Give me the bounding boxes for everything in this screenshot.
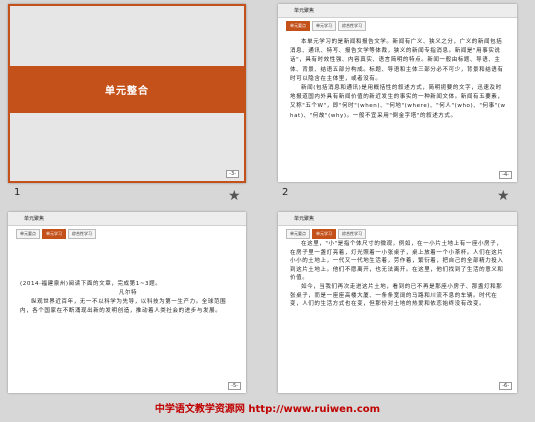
- star-icon[interactable]: ★: [228, 188, 241, 204]
- page-number: -3-: [226, 170, 239, 178]
- question-intro: (2014·福建泉州)阅读下面的文章，完成第1~3题。: [20, 281, 162, 287]
- tab-unit-points[interactable]: 单元要点: [286, 229, 310, 239]
- tab-unit-points[interactable]: 单元要点: [286, 21, 310, 31]
- paragraph: 在这里，"小"是指个体尺寸的微观，例如，在一小片土地上有一座小房子，在房子里一盏…: [290, 241, 504, 282]
- slide-body: 本单元学习的是新闻和报告文学。新闻有广义、狭义之分，广义的新闻包括消息、通讯、特…: [290, 38, 507, 121]
- star-icon[interactable]: ★: [497, 188, 510, 204]
- slide-2-thumbnail[interactable]: 单元聚焦 单元要点 单元学习 综合性学习 本单元学习的是新闻和报告文学。新闻有广…: [278, 4, 517, 182]
- slide-body: (2014·福建泉州)阅读下面的文章，完成第1~3题。 凡尔特 纵观世界近百年，…: [20, 280, 236, 316]
- slide-header: 单元聚焦: [278, 4, 517, 18]
- paragraph: 如今，当我们再次走进这片土地，看到的已不再是那座小房子、那盏灯和那张桌子，而是一…: [290, 283, 503, 308]
- page-number: -5-: [228, 382, 241, 390]
- slide-3-thumbnail[interactable]: 单元聚焦 单元要点 单元学习 综合性学习 (2014·福建泉州)阅读下面的文章，…: [8, 212, 246, 393]
- tab-comprehensive[interactable]: 综合性学习: [68, 229, 96, 239]
- slide-header: 单元聚焦: [8, 212, 246, 226]
- slide-number-1: 1: [14, 187, 21, 198]
- slide-1-title: 单元整合: [10, 66, 244, 113]
- slide-header: 单元聚焦: [278, 212, 517, 226]
- tab-comprehensive[interactable]: 综合性学习: [338, 229, 366, 239]
- slide-1-thumbnail[interactable]: 单元整合 -3-: [8, 4, 246, 183]
- tab-unit-study[interactable]: 单元学习: [312, 229, 336, 239]
- article-title: 凡尔特: [118, 290, 138, 296]
- tab-unit-study[interactable]: 单元学习: [42, 229, 66, 239]
- tab-unit-points[interactable]: 单元要点: [16, 229, 40, 239]
- paragraph: 新闻(包括消息和通讯)是用概括性的叙述方式，简明扼要的文字，迅速及时地报道国内外…: [290, 85, 506, 119]
- tab-comprehensive[interactable]: 综合性学习: [338, 21, 366, 31]
- page-number: -4-: [499, 171, 512, 179]
- slide-tabs: 单元要点 单元学习 综合性学习: [16, 229, 96, 239]
- slide-number-2: 2: [282, 187, 289, 198]
- tab-unit-study[interactable]: 单元学习: [312, 21, 336, 31]
- slide-tabs: 单元要点 单元学习 综合性学习: [286, 229, 366, 239]
- slide-4-thumbnail[interactable]: 单元聚焦 单元要点 单元学习 综合性学习 在这里，"小"是指个体尺寸的微观，例如…: [278, 212, 517, 393]
- footer-watermark: 中学语文教学资源网 http://www.ruiwen.com: [154, 404, 381, 415]
- slide-tabs: 单元要点 单元学习 综合性学习: [286, 21, 366, 31]
- paragraph: 纵观世界近百年，无一不以科学为先导，以科技为第一生产力。全球范围内，各个国家在不…: [20, 299, 227, 314]
- slide-body: 在这里，"小"是指个体尺寸的微观，例如，在一小片土地上有一座小房子，在房子里一盏…: [290, 240, 507, 309]
- page-number: -6-: [499, 382, 512, 390]
- paragraph: 本单元学习的是新闻和报告文学。新闻有广义、狭义之分，广义的新闻包括消息、通讯、特…: [290, 39, 504, 82]
